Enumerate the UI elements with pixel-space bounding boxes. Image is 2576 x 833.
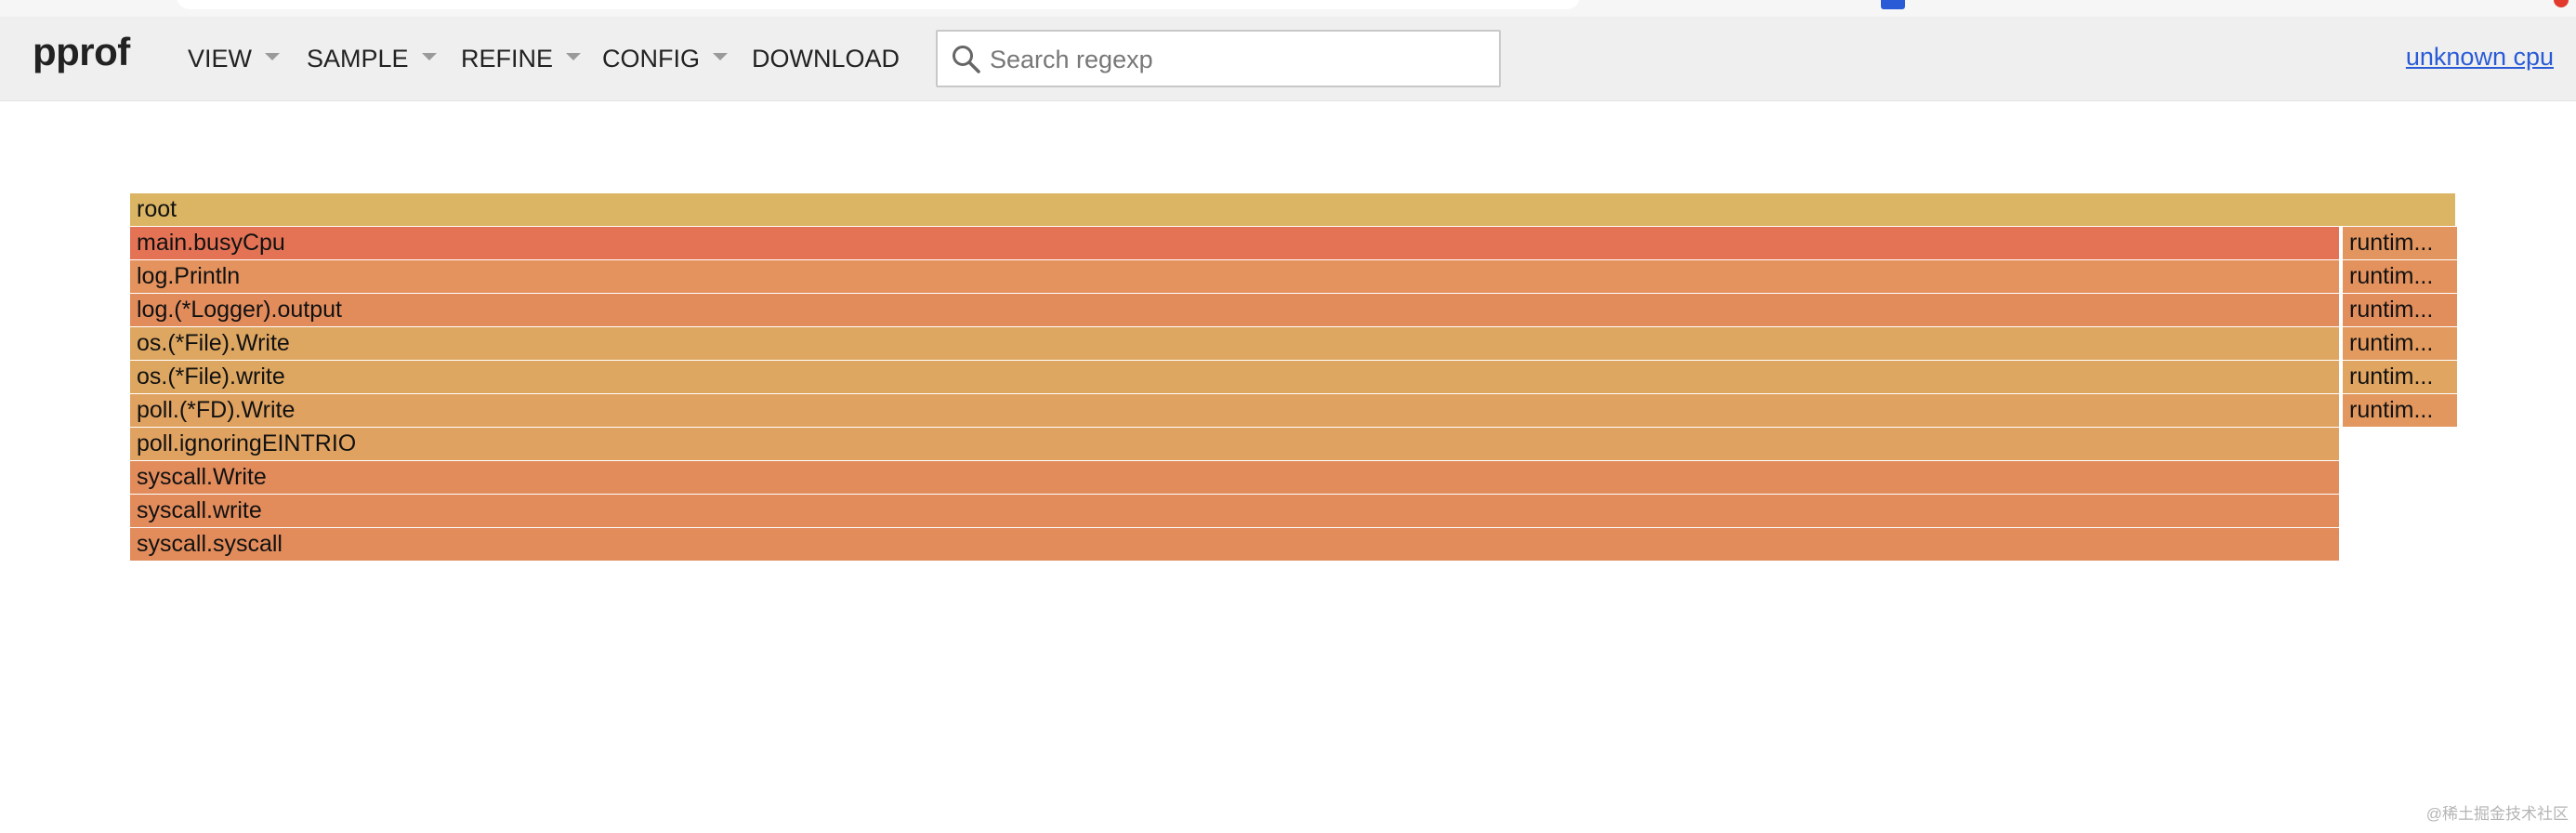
flame-frame[interactable]: runtim... [2343, 227, 2457, 259]
flame-frame[interactable]: syscall.syscall [130, 528, 2339, 561]
flame-frame[interactable]: runtim... [2343, 294, 2457, 326]
flame-frame[interactable]: os.(*File).Write [130, 327, 2339, 360]
flame-frame[interactable]: runtim... [2343, 394, 2457, 427]
watermark: @稀土掘金技术社区 [2425, 805, 2569, 823]
flame-frame[interactable]: runtim... [2343, 327, 2457, 360]
flame-graph: root main.busyCpu runtim... log.Println runt… [0, 0, 2576, 833]
flame-frame[interactable]: main.busyCpu [130, 227, 2339, 259]
flame-frame[interactable]: os.(*File).write [130, 361, 2339, 393]
flame-frame[interactable]: log.Println [130, 260, 2339, 293]
flame-frame[interactable]: runtim... [2343, 361, 2457, 393]
flame-frame[interactable]: syscall.write [130, 495, 2339, 527]
flame-frame[interactable]: poll.ignoringEINTRIO [130, 428, 2339, 460]
flame-frame[interactable]: syscall.Write [130, 461, 2339, 494]
flame-frame[interactable]: log.(*Logger).output [130, 294, 2339, 326]
flame-frame[interactable]: poll.(*FD).Write [130, 394, 2339, 427]
flame-frame[interactable]: runtim... [2343, 260, 2457, 293]
flame-frame[interactable]: root [130, 193, 2455, 226]
